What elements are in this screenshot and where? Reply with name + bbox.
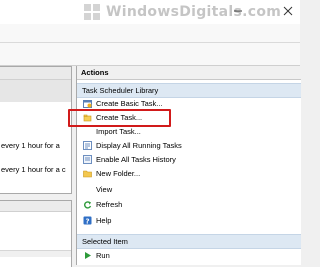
- trigger-text: every 1 hour for a: [1, 141, 60, 150]
- action-refresh[interactable]: Refresh: [77, 198, 301, 211]
- actions-header: Actions: [77, 66, 301, 80]
- action-label: Display All Running Tasks: [96, 141, 182, 150]
- watermark-text: WindowsDigitals.com: [106, 4, 282, 20]
- horizontal-scrollbar[interactable]: [0, 250, 71, 257]
- task-details-header: [0, 201, 71, 212]
- help-icon: ?: [83, 216, 92, 225]
- title-bar: WindowsDigitals.com: [0, 0, 300, 24]
- windows-logo-icon: [84, 4, 100, 20]
- section-header-selected-item[interactable]: Selected Item: [77, 234, 301, 249]
- menu-bar: [0, 24, 300, 43]
- close-icon: [283, 6, 293, 16]
- action-help[interactable]: ? Help: [77, 214, 301, 227]
- watermark: WindowsDigitals.com: [84, 3, 281, 21]
- folder-icon: [83, 170, 92, 178]
- action-label: Refresh: [96, 200, 123, 209]
- action-enable-tasks-history[interactable]: Enable All Tasks History: [77, 153, 301, 166]
- action-label: Enable All Tasks History: [96, 155, 176, 164]
- create-basic-task-icon: [83, 100, 92, 108]
- run-icon: [85, 252, 91, 259]
- action-label: Run: [96, 251, 110, 260]
- section-title: Selected Item: [82, 237, 128, 246]
- close-button[interactable]: [276, 0, 300, 22]
- task-list: every 1 hour for a every 1 hour for a c: [0, 66, 72, 194]
- action-view[interactable]: View: [77, 183, 301, 196]
- trigger-text: every 1 hour for a c: [1, 165, 66, 174]
- toolbar: [0, 43, 300, 66]
- table-row[interactable]: [0, 80, 71, 102]
- task-list-pane: every 1 hour for a every 1 hour for a c: [0, 66, 74, 267]
- action-display-running-tasks[interactable]: Display All Running Tasks: [77, 139, 301, 152]
- running-tasks-icon: [83, 141, 92, 150]
- actions-pane: Actions Task Scheduler Library Create Ba…: [76, 66, 301, 265]
- highlight-box: [68, 109, 171, 127]
- action-label: Help: [96, 216, 112, 225]
- minimize-button[interactable]: [226, 0, 250, 22]
- minimize-icon: [234, 10, 242, 12]
- action-new-folder[interactable]: New Folder...: [77, 167, 301, 180]
- history-icon: [83, 155, 92, 164]
- task-list-header: [0, 67, 71, 80]
- section-header-task-scheduler-library[interactable]: Task Scheduler Library: [77, 83, 301, 98]
- svg-text:?: ?: [85, 217, 89, 225]
- table-row[interactable]: every 1 hour for a: [0, 137, 71, 153]
- refresh-icon: [84, 201, 92, 209]
- table-row[interactable]: every 1 hour for a c: [0, 161, 71, 177]
- action-label: View: [96, 185, 113, 194]
- section-title: Task Scheduler Library: [82, 86, 159, 95]
- action-label: New Folder...: [96, 169, 141, 178]
- action-run[interactable]: Run: [77, 249, 301, 262]
